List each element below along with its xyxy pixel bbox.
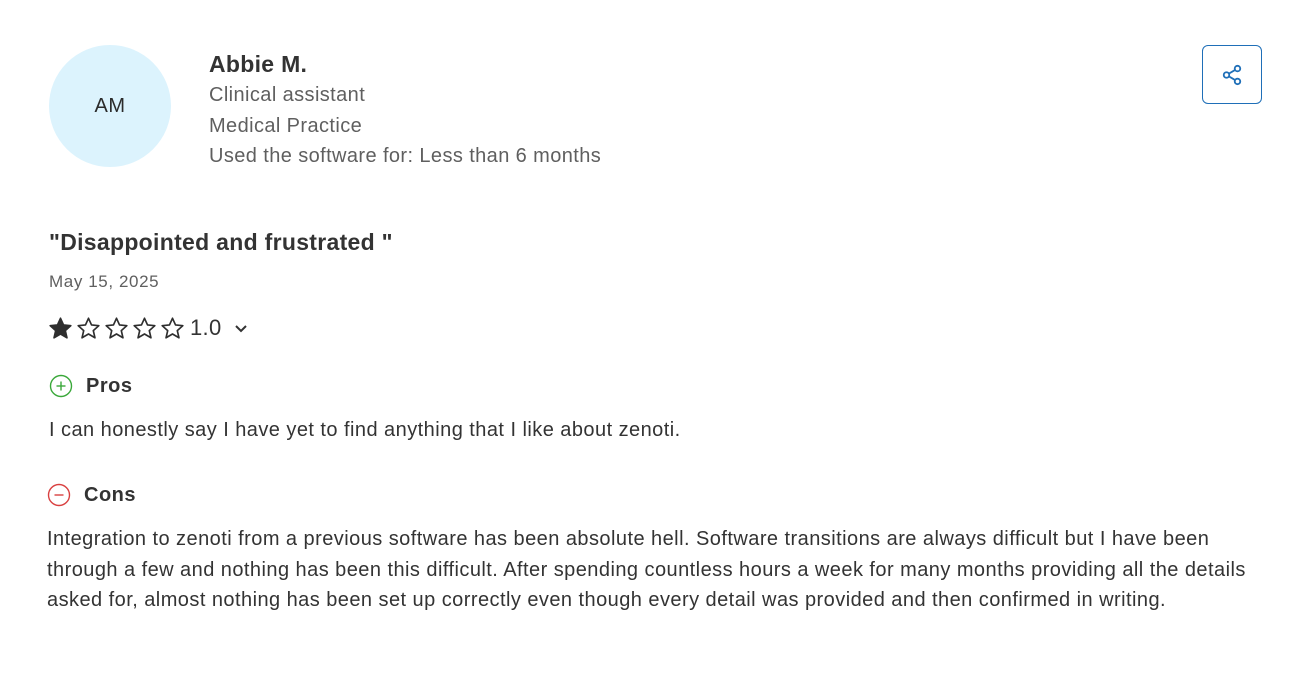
reviewer-info: Abbie M. Clinical assistant Medical Prac… bbox=[209, 48, 601, 172]
review-date: May 15, 2025 bbox=[49, 272, 160, 291]
star-outline-icon bbox=[105, 316, 128, 339]
star-filled-icon bbox=[49, 316, 72, 339]
cons-text: Integration to zenoti from a previous so… bbox=[47, 528, 1246, 611]
review-card: AM Abbie M. Clinical assistant Medical P… bbox=[0, 0, 1310, 673]
reviewer-usage: Used the software for: Less than 6 month… bbox=[209, 145, 602, 167]
rating-value: 1.0 bbox=[190, 315, 222, 340]
avatar-initials: AM bbox=[94, 94, 126, 117]
star-outline-icon bbox=[161, 316, 184, 339]
cons-header: Cons bbox=[47, 483, 136, 507]
review-title: "Disappointed and frustrated " bbox=[49, 229, 393, 255]
chevron-down-icon bbox=[235, 325, 248, 333]
star-outline-icon bbox=[77, 316, 100, 339]
reviewer-role: Clinical assistant bbox=[209, 84, 366, 106]
share-button[interactable] bbox=[1202, 45, 1262, 104]
star-outline-icon bbox=[133, 316, 156, 339]
pros-label: Pros bbox=[86, 374, 133, 397]
avatar: AM bbox=[49, 45, 171, 167]
reviewer-name: Abbie M. bbox=[209, 51, 308, 77]
pros-text: I can honestly say I have yet to find an… bbox=[49, 419, 681, 441]
minus-circle-icon bbox=[47, 483, 71, 507]
star-rating: 1.0 bbox=[48, 312, 249, 344]
rating-expand-button[interactable] bbox=[233, 320, 249, 336]
reviewer-industry: Medical Practice bbox=[209, 114, 363, 137]
cons-label: Cons bbox=[84, 483, 136, 506]
pros-header: Pros bbox=[49, 374, 132, 398]
share-icon bbox=[1222, 64, 1242, 85]
star-row bbox=[48, 316, 188, 341]
plus-circle-icon bbox=[49, 374, 73, 398]
